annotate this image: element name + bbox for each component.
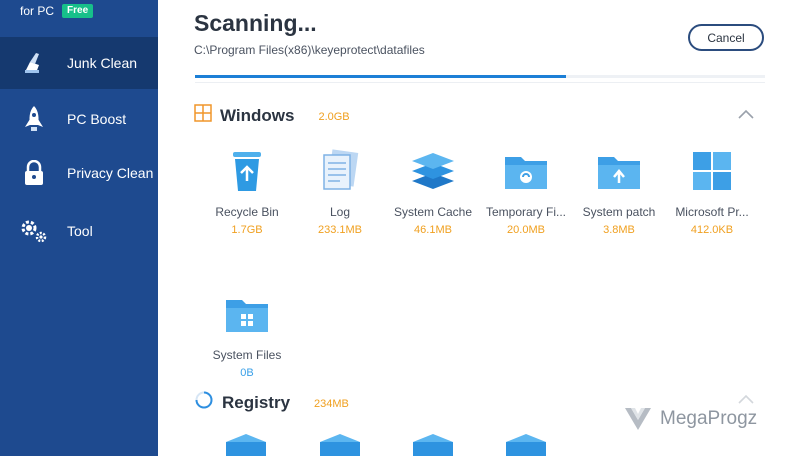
lock-icon: [0, 160, 67, 186]
tile-label: System Cache: [393, 205, 473, 219]
tile-size: 0B: [240, 367, 254, 379]
scan-progress-bar: [195, 75, 765, 78]
tile-label: Microsoft Pr...: [675, 205, 749, 219]
registry-cube-icon: [226, 434, 266, 456]
windows-logo-icon: [664, 147, 760, 195]
tile-label: Log: [329, 205, 351, 219]
rocket-icon: [0, 105, 67, 133]
chevron-up-icon[interactable]: [738, 394, 754, 404]
sidebar: for PC Free Junk Clean PC Boost Privacy …: [0, 0, 158, 456]
sidebar-item-junk-clean[interactable]: Junk Clean: [0, 37, 158, 89]
tile-label: Temporary Fi...: [485, 205, 566, 219]
windows-icon: [194, 104, 212, 127]
tile-size: 412.0KB: [690, 224, 734, 236]
main-panel: Scanning... C:\Program Files(x86)\keyepr…: [158, 0, 800, 456]
sidebar-item-pc-boost[interactable]: PC Boost: [0, 93, 158, 145]
log-icon: [292, 147, 388, 195]
tile-label: Recycle Bin: [215, 205, 279, 219]
section-title: Registry: [222, 392, 291, 412]
free-badge: Free: [62, 4, 94, 18]
tile-size: 1.7GB: [231, 224, 263, 236]
page-title: Scanning...: [194, 10, 317, 36]
sidebar-item-tool[interactable]: Tool: [0, 205, 158, 257]
sidebar-item-label: PC Boost: [67, 111, 127, 127]
tile-label: System Files: [212, 348, 282, 362]
recycle-bin-icon: [199, 147, 295, 195]
sidebar-item-label: Junk Clean: [67, 55, 138, 71]
section-size: 2.0GB: [318, 110, 350, 123]
brand-text: for PC: [20, 4, 55, 18]
divider: [195, 82, 765, 83]
registry-cube-icon: [506, 434, 546, 456]
watermark-text: MegaProgz: [660, 408, 758, 429]
sidebar-item-label: Tool: [67, 223, 93, 239]
folder-upload-icon: [571, 147, 667, 195]
tile-size: 3.8MB: [603, 224, 635, 236]
tile-log[interactable]: Log 233.1MB: [292, 147, 388, 236]
cancel-button[interactable]: Cancel: [688, 24, 764, 51]
tile-size: 20.0MB: [507, 224, 545, 236]
folder-icon: [478, 147, 574, 195]
broom-icon: [0, 50, 67, 76]
tile-system-files[interactable]: System Files 0B: [199, 290, 295, 379]
tile-recycle-bin[interactable]: Recycle Bin 1.7GB: [199, 147, 295, 236]
loading-spinner-icon: [194, 390, 214, 415]
tile-size: 233.1MB: [317, 224, 363, 236]
registry-section-header: Registry 234MB: [194, 390, 349, 415]
scan-progress-fill: [195, 75, 566, 78]
watermark: MegaProgz: [623, 404, 757, 434]
tile-temporary-files[interactable]: Temporary Fi... 20.0MB: [478, 147, 574, 236]
tile-size: 46.1MB: [414, 224, 452, 236]
registry-cube-icon: [413, 434, 453, 456]
tile-microsoft-programs[interactable]: Microsoft Pr... 412.0KB: [664, 147, 760, 236]
windows-section-header: Windows 2.0GB: [194, 104, 350, 127]
scan-path: C:\Program Files(x86)\keyeprotect\datafi…: [194, 43, 425, 57]
tile-label: System patch: [582, 205, 656, 219]
watermark-logo-icon: [625, 408, 651, 430]
brand: for PC Free: [0, 0, 158, 34]
sidebar-item-label: Privacy Clean: [67, 165, 154, 181]
gears-icon: [0, 218, 67, 244]
folder-windows-icon: [199, 290, 295, 338]
tile-system-patch[interactable]: System patch 3.8MB: [571, 147, 667, 236]
section-size: 234MB: [314, 397, 349, 410]
chevron-up-icon[interactable]: [738, 109, 754, 119]
sidebar-item-privacy-clean[interactable]: Privacy Clean: [0, 147, 158, 199]
app-window: for PC Free Junk Clean PC Boost Privacy …: [0, 0, 800, 456]
tile-system-cache[interactable]: System Cache 46.1MB: [385, 147, 481, 236]
layers-icon: [385, 147, 481, 195]
section-title: Windows: [220, 105, 295, 125]
registry-cube-icon: [320, 434, 360, 456]
